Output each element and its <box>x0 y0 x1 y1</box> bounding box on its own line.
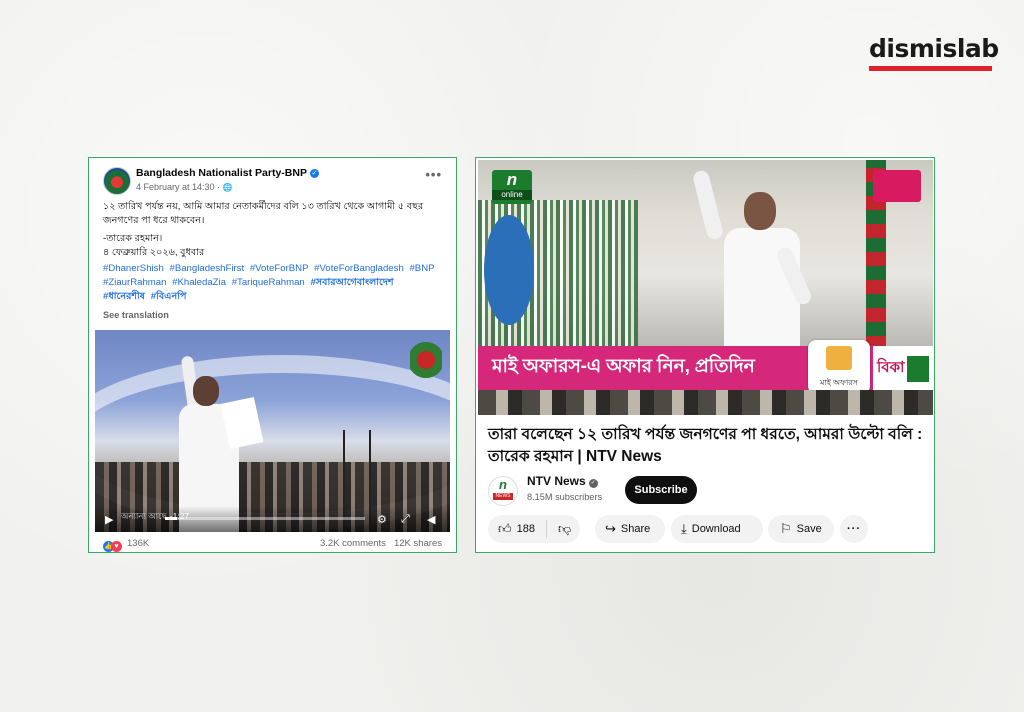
settings-gear-icon[interactable]: ⚙ <box>377 513 387 526</box>
brand-name: dismislab <box>869 34 999 63</box>
channel-avatar[interactable]: n NEWS <box>488 476 518 506</box>
channel-name[interactable]: NTV News <box>527 474 586 488</box>
video-progress-fill <box>165 517 177 520</box>
brand-underline <box>869 66 992 71</box>
channel-avatar-letter: n <box>499 477 507 492</box>
reactions-count: 136K <box>127 538 150 549</box>
blue-balloon <box>484 215 534 325</box>
gift-icon <box>826 346 852 370</box>
ntv-online-logo: n online <box>492 170 532 204</box>
divider <box>546 520 547 538</box>
channel-name-row[interactable]: NTV News ✓ <box>527 474 598 488</box>
speaker-head <box>744 192 776 230</box>
hashtags: #DhanerShish #BangladeshFirst #VoteForBN… <box>103 262 445 304</box>
speaker-arm <box>691 169 725 241</box>
ntv-logo-letter: n <box>506 170 518 189</box>
share-arrow-icon: ↪ <box>605 521 616 536</box>
see-translation-link[interactable]: See translation <box>103 310 169 320</box>
thumbs-down-icon[interactable]: 👎︎ <box>558 515 571 543</box>
post-text: ১২ তারিখ পর্যন্ত নয়, আমি আমার নেতাকর্মী… <box>103 200 443 259</box>
like-count[interactable]: 188 <box>517 523 535 535</box>
fullscreen-icon[interactable]: ⤢ <box>401 513 410 526</box>
corner-ad-badge <box>873 170 921 202</box>
page-name[interactable]: Bangladesh Nationalist Party-BNP <box>136 167 307 179</box>
youtube-video-player[interactable]: n online মাই অফারস-এ অফার নিন, প্রতিদিন … <box>478 160 933 415</box>
post-text-line: ১২ তারিখ পর্যন্ত নয়, আমি আমার নেতাকর্মী… <box>103 201 424 226</box>
banner-tail: বিকা <box>873 346 933 390</box>
subscribe-button[interactable]: Subscribe <box>625 476 697 504</box>
video-title: তারা বলেছেন ১২ তারিখ পর্যন্ত জনগণের পা ধ… <box>488 426 923 465</box>
hashtag-link[interactable]: #BNP <box>409 263 434 274</box>
brand-logo: dismislab <box>869 34 999 71</box>
bookmark-icon: ⚐ <box>780 521 792 536</box>
banner-badge-label: মাই অফারস <box>820 378 858 387</box>
hashtag-link[interactable]: #VoteForBangladesh <box>314 263 404 274</box>
volume-icon[interactable]: ◀ <box>427 513 435 526</box>
youtube-video-card: n online মাই অফারস-এ অফার নিন, প্রতিদিন … <box>475 157 935 553</box>
subscriber-count: 8.15M subscribers <box>527 492 603 502</box>
channel-avatar-news: NEWS <box>493 493 513 500</box>
hashtag-link[interactable]: #সবারআগেবাংলাদেশ <box>310 277 393 288</box>
more-actions-button[interactable]: ··· <box>840 515 868 543</box>
comments-count[interactable]: 3.2K comments <box>320 538 386 549</box>
banner-tail-text: বিকা <box>877 359 905 376</box>
hashtag-link[interactable]: #BangladeshFirst <box>169 263 244 274</box>
thumbs-up-icon[interactable]: 👍︎ <box>498 521 512 536</box>
globe-icon: 🌐 <box>222 183 233 192</box>
banner-badge: মাই অফারস <box>808 340 870 394</box>
video-watermark: অন্যান্য আছে <box>121 511 167 521</box>
shares-count[interactable]: 12K shares <box>394 538 442 549</box>
download-icon: ⤓ <box>681 521 687 536</box>
hashtag-link[interactable]: #TariqueRahman <box>232 277 305 288</box>
banner-text: মাই অফারস-এ অফার নিন, প্রতিদিন <box>492 356 755 377</box>
post-date-row: 4 February at 14:30 · 🌐 <box>136 182 233 192</box>
video-progress-bar[interactable] <box>165 517 365 520</box>
download-button[interactable]: ⤓ Download <box>671 515 763 543</box>
engagement-stats: 3.2K comments 12K shares <box>320 538 442 549</box>
speaker-head <box>193 376 219 406</box>
hashtag-link[interactable]: #DhanerShish <box>103 263 164 274</box>
save-label: Save <box>796 523 822 535</box>
share-button[interactable]: ↪ Share <box>595 515 665 543</box>
facebook-post-card: Bangladesh Nationalist Party-BNP ✓ 4 Febr… <box>88 157 457 553</box>
ad-banner: মাই অফারস-এ অফার নিন, প্রতিদিন মাই অফারস… <box>478 340 933 394</box>
hashtag-link[interactable]: #KhaledaZia <box>172 277 226 288</box>
post-text-line: ৪ ফেব্রুয়ারি ২০২৬, বুধবার <box>103 246 205 258</box>
download-label: Download <box>691 523 741 535</box>
hashtag-link[interactable]: #VoteForBNP <box>250 263 309 274</box>
hashtag-link[interactable]: #ZiaurRahman <box>103 277 166 288</box>
video-controls: ▶ অন্যান্য আছে -1:27 ⚙ ⤢ ◀ <box>95 506 450 532</box>
like-dislike-group: 👍︎ 188 👎︎ <box>488 515 580 543</box>
page-avatar[interactable] <box>103 167 131 195</box>
save-button[interactable]: ⚐ Save <box>768 515 834 543</box>
video-party-logo <box>410 340 442 380</box>
play-icon[interactable]: ▶ <box>105 513 113 526</box>
page-name-row[interactable]: Bangladesh Nationalist Party-BNP ✓ <box>136 167 319 179</box>
ntv-mini-logo <box>907 356 929 382</box>
hashtag-link[interactable]: #ধানেরশীষ <box>103 291 145 302</box>
reactions-summary[interactable]: 👍 ♥ 136K <box>103 538 149 552</box>
verified-check-icon: ✓ <box>588 479 598 488</box>
love-reaction-icon: ♥ <box>111 541 122 552</box>
post-date[interactable]: 4 February at 14:30 · <box>136 182 223 192</box>
stage-front <box>478 390 933 415</box>
ntv-logo-online: online <box>492 190 532 200</box>
share-label: Share <box>620 523 651 535</box>
more-options-icon[interactable]: ••• <box>425 167 442 182</box>
facebook-video-player[interactable]: ▶ অন্যান্য আছে -1:27 ⚙ ⤢ ◀ <box>95 330 450 532</box>
post-text-line: -তারেক রহমান। <box>103 233 163 244</box>
verified-badge-icon: ✓ <box>309 169 319 178</box>
hashtag-link[interactable]: #বিএনপি <box>151 291 187 302</box>
